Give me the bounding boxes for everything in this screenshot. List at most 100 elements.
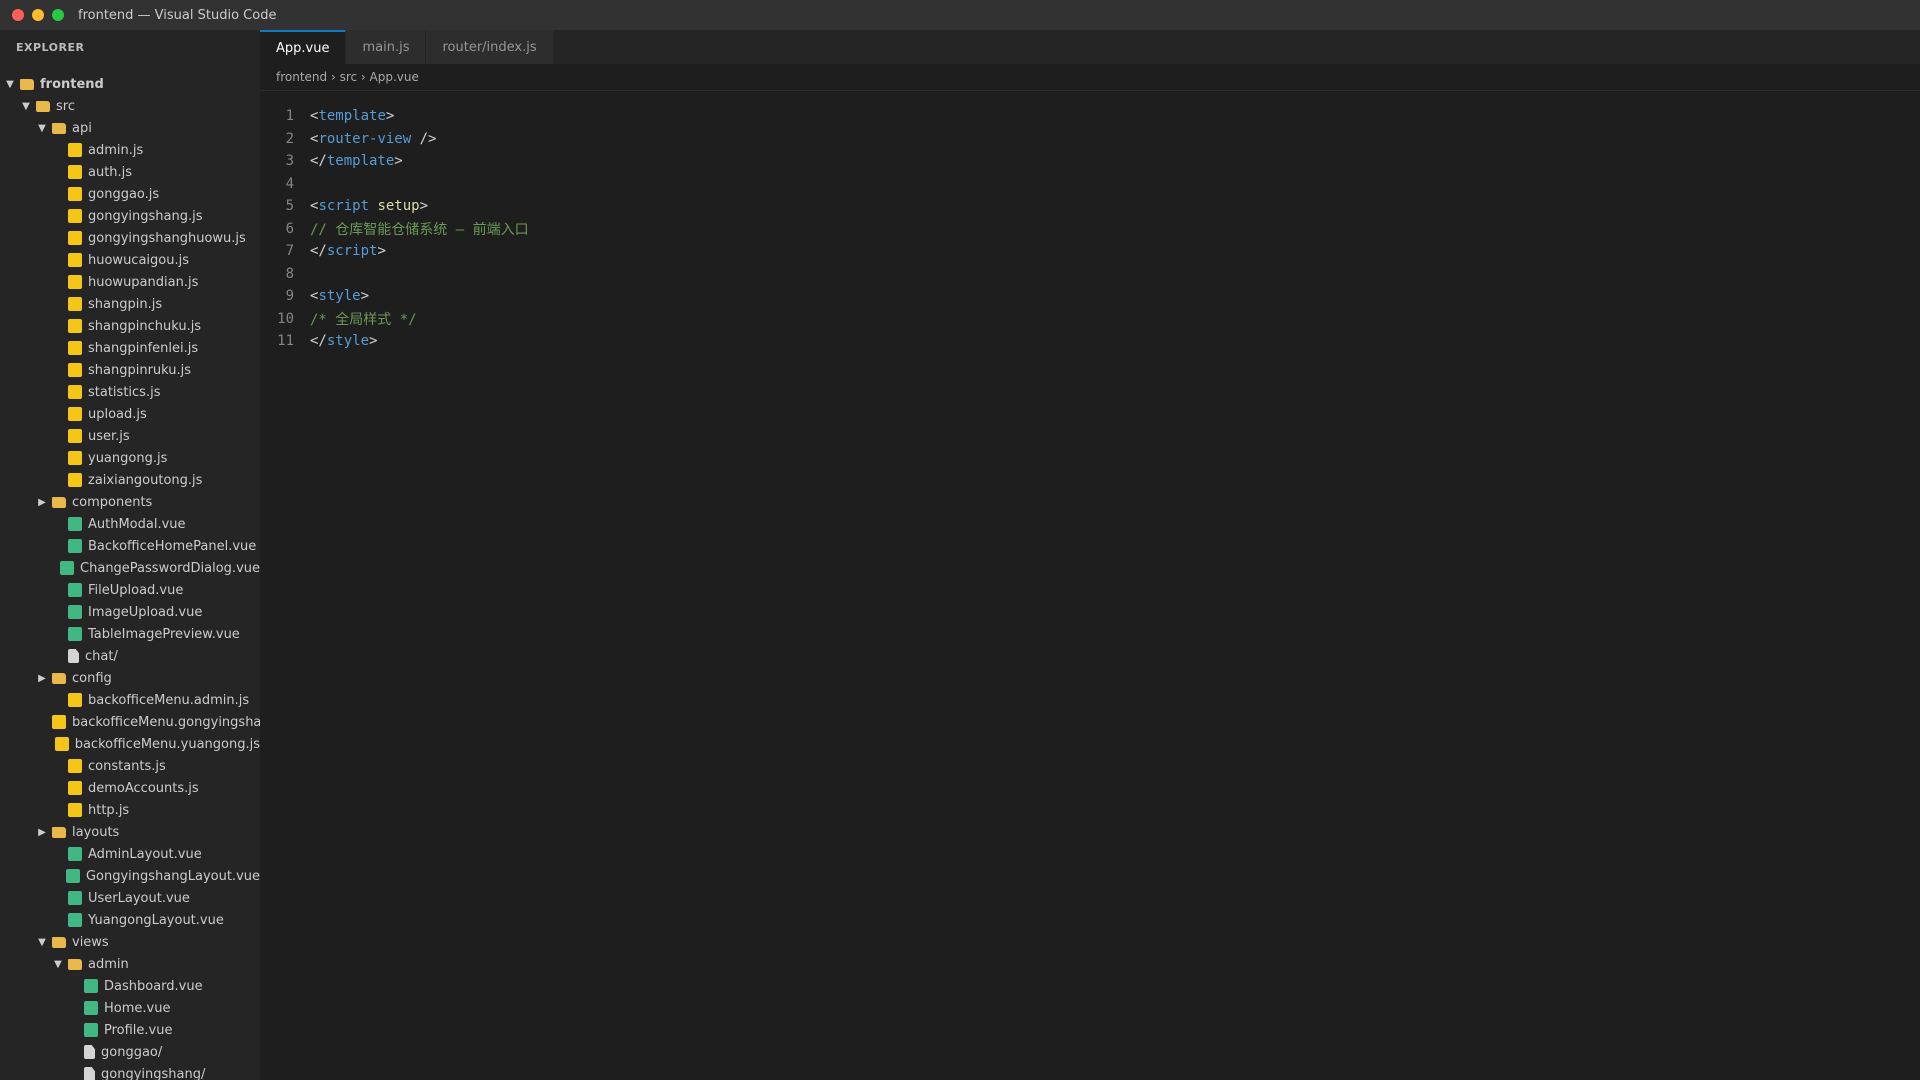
tree-file[interactable]: backofficeMenu.yuangong.js <box>0 733 260 755</box>
code-line[interactable]: 11 </style > <box>260 330 1920 353</box>
tree-file[interactable]: FileUpload.vue <box>0 579 260 601</box>
tree-item-label: shangpinchuku.js <box>88 318 202 334</box>
tree-file[interactable]: GongyingshangLayout.vue <box>0 865 260 887</box>
tree-folder[interactable]: ▶ config <box>0 667 260 689</box>
tree-file[interactable]: yuangong.js <box>0 447 260 469</box>
code-token: // 仓库智能仓储系统 — 前端入口 <box>310 221 529 238</box>
chevron-down-icon: ▼ <box>54 958 62 970</box>
tree-file[interactable]: Dashboard.vue <box>0 975 260 997</box>
folder-icon <box>52 672 66 684</box>
tree-folder[interactable]: ▶ components <box>0 491 260 513</box>
tree-file[interactable]: gonggao.js <box>0 183 260 205</box>
code-line[interactable]: 2 < router-view /> <box>260 128 1920 151</box>
tree-folder[interactable]: ▼ views <box>0 931 260 953</box>
tree-file[interactable]: shangpinfenlei.js <box>0 337 260 359</box>
tree-file[interactable]: admin.js <box>0 139 260 161</box>
tree-file[interactable]: constants.js <box>0 755 260 777</box>
tree-item-label: ImageUpload.vue <box>88 604 203 620</box>
code-line[interactable]: 4 <box>260 173 1920 196</box>
tree-file[interactable]: gongyingshanghuowu.js <box>0 227 260 249</box>
tree-file[interactable]: upload.js <box>0 403 260 425</box>
tree-file[interactable]: statistics.js <box>0 381 260 403</box>
vue-file-icon <box>68 583 82 597</box>
tree-file[interactable]: BackofficeHomePanel.vue <box>0 535 260 557</box>
tree-folder[interactable]: ▼ src <box>0 95 260 117</box>
tree-file[interactable]: UserLayout.vue <box>0 887 260 909</box>
tree-item-label: shangpinfenlei.js <box>88 340 199 356</box>
vue-file-icon <box>84 979 98 993</box>
tree-file[interactable]: gonggao/ <box>0 1041 260 1063</box>
tree-file[interactable]: backofficeMenu.admin.js <box>0 689 260 711</box>
tree-file[interactable]: zaixiangoutong.js <box>0 469 260 491</box>
vue-file-icon <box>68 517 82 531</box>
tree-file[interactable]: YuangongLayout.vue <box>0 909 260 931</box>
tree-file[interactable]: shangpinchuku.js <box>0 315 260 337</box>
code-line[interactable]: 1 < template > <box>260 105 1920 128</box>
tree-file[interactable]: auth.js <box>0 161 260 183</box>
tree-item-label: gonggao/ <box>101 1044 163 1060</box>
tree-item-label: http.js <box>88 802 130 818</box>
editor-tab[interactable]: router/index.js <box>426 30 554 64</box>
tree-item-label: gongyingshanghuowu.js <box>88 230 246 246</box>
tree-folder[interactable]: ▼ admin <box>0 953 260 975</box>
tree-item-label: api <box>72 120 92 136</box>
title-bar: frontend — Visual Studio Code <box>0 0 1920 30</box>
code-token: > <box>394 153 403 170</box>
tree-file[interactable]: http.js <box>0 799 260 821</box>
code-token: </ <box>310 153 327 170</box>
tree-file[interactable]: Profile.vue <box>0 1019 260 1041</box>
line-number: 9 <box>285 288 294 305</box>
tree-folder[interactable]: ▼ frontend <box>0 73 260 95</box>
code-line[interactable]: 3 </template > <box>260 150 1920 173</box>
editor-tab[interactable]: main.js <box>346 30 427 64</box>
tree-item-label: UserLayout.vue <box>88 890 190 906</box>
vue-file-icon <box>65 869 80 883</box>
vue-file-icon <box>84 1023 98 1037</box>
code-line[interactable]: 5 < script setup > <box>260 195 1920 218</box>
js-file-icon <box>68 143 82 157</box>
tree-folder[interactable]: ▼ api <box>0 117 260 139</box>
tree-file[interactable]: gongyingshang.js <box>0 205 260 227</box>
tree-file[interactable]: huowucaigou.js <box>0 249 260 271</box>
code-editor[interactable]: 1 < template >2 < router-view /> 3 </template > 4… <box>260 105 1920 353</box>
tree-item-label: zaixiangoutong.js <box>88 472 203 488</box>
tree-file[interactable]: huowupandian.js <box>0 271 260 293</box>
tree-file[interactable]: shangpin.js <box>0 293 260 315</box>
tree-item-label: BackofficeHomePanel.vue <box>88 538 257 554</box>
line-number: 7 <box>285 243 294 260</box>
tree-file[interactable]: chat/ <box>0 645 260 667</box>
tree-file[interactable]: AuthModal.vue <box>0 513 260 535</box>
tree-file[interactable]: TableImagePreview.vue <box>0 623 260 645</box>
file-icon <box>68 649 79 663</box>
editor-tabs: App.vue main.js router/index.js <box>260 30 1920 64</box>
code-line[interactable]: 10 /* 全局样式 */ <box>260 308 1920 331</box>
breadcrumb[interactable]: frontend › src › App.vue <box>260 64 1920 91</box>
tree-file[interactable]: gongyingshang/ <box>0 1063 260 1080</box>
tree-file[interactable]: backofficeMenu.gongyingshang.js <box>0 711 260 733</box>
js-file-icon <box>68 231 82 245</box>
tree-item-label: ChangePasswordDialog.vue <box>80 560 260 576</box>
code-line[interactable]: 9 < style > <box>260 285 1920 308</box>
tree-file[interactable]: AdminLayout.vue <box>0 843 260 865</box>
code-line[interactable]: 8 <box>260 263 1920 286</box>
tree-file[interactable]: shangpinruku.js <box>0 359 260 381</box>
tree-file[interactable]: user.js <box>0 425 260 447</box>
chevron-down-icon: ▼ <box>38 936 46 948</box>
close-window-button[interactable] <box>12 9 24 21</box>
maximize-window-button[interactable] <box>52 9 64 21</box>
tree-file[interactable]: ImageUpload.vue <box>0 601 260 623</box>
code-line[interactable]: 7 </script > <box>260 240 1920 263</box>
code-token: setup <box>377 198 420 215</box>
tree-folder[interactable]: ▶ layouts <box>0 821 260 843</box>
tree-item-label: src <box>56 98 75 114</box>
tree-file[interactable]: demoAccounts.js <box>0 777 260 799</box>
js-file-icon <box>68 165 82 179</box>
tree-file[interactable]: Home.vue <box>0 997 260 1019</box>
code-token: < <box>310 198 319 215</box>
line-number: 4 <box>285 175 294 192</box>
code-line[interactable]: 6 // 仓库智能仓储系统 — 前端入口 <box>260 218 1920 241</box>
minimize-window-button[interactable] <box>32 9 44 21</box>
vue-file-icon <box>68 847 82 861</box>
tree-file[interactable]: ChangePasswordDialog.vue <box>0 557 260 579</box>
editor-tab[interactable]: App.vue <box>260 30 347 64</box>
